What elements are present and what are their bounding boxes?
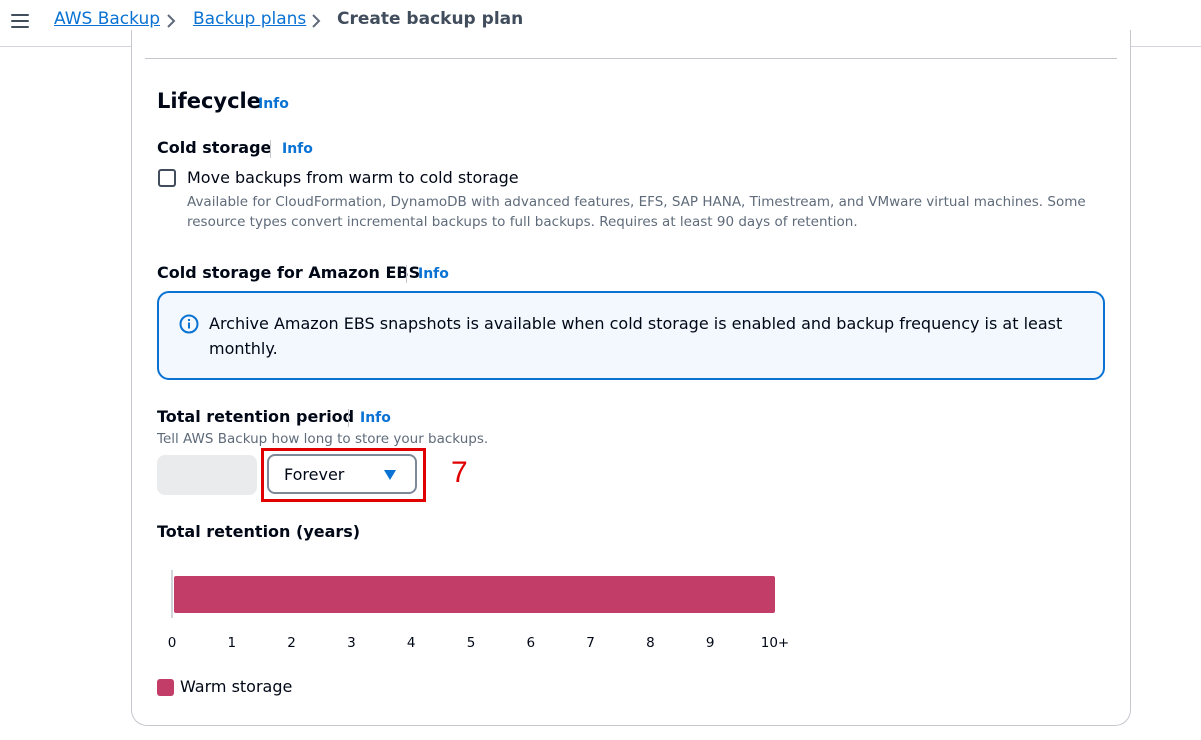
section-divider — [145, 58, 1117, 59]
legend-label-warm-storage: Warm storage — [180, 677, 293, 696]
move-to-cold-storage-label[interactable]: Move backups from warm to cold storage — [187, 168, 519, 187]
chart-tick-label: 10+ — [761, 635, 790, 651]
breadcrumb-current: Create backup plan — [337, 9, 524, 29]
chart-tick-label: 3 — [347, 635, 356, 651]
retention-unit-select[interactable]: Forever — [267, 454, 417, 494]
chart-tick-label: 1 — [228, 635, 237, 651]
chevron-right-icon — [312, 14, 321, 28]
cold-storage-ebs-heading: Cold storage for Amazon EBS — [157, 263, 421, 282]
legend-swatch-warm-storage — [157, 679, 174, 696]
divider — [406, 265, 407, 283]
divider — [348, 409, 349, 427]
chart-tick-label: 0 — [168, 635, 177, 651]
lifecycle-info-link[interactable]: Info — [258, 96, 289, 112]
breadcrumb-backup-plans[interactable]: Backup plans — [193, 9, 306, 29]
divider — [270, 140, 271, 158]
cold-storage-info-link[interactable]: Info — [282, 141, 313, 157]
lifecycle-heading: Lifecycle — [157, 89, 261, 113]
ebs-info-alert: Archive Amazon EBS snapshots is availabl… — [157, 291, 1105, 380]
alert-message: Archive Amazon EBS snapshots is availabl… — [209, 314, 1063, 358]
cold-storage-ebs-info-link[interactable]: Info — [418, 266, 449, 282]
move-to-cold-storage-checkbox[interactable] — [158, 169, 176, 187]
chart-tick-label: 7 — [586, 635, 595, 651]
retention-period-heading: Total retention period — [157, 407, 355, 426]
chevron-right-icon — [167, 14, 176, 28]
retention-period-info-link[interactable]: Info — [360, 410, 391, 426]
retention-number-input[interactable] — [157, 455, 257, 495]
chart-tick-label: 4 — [407, 635, 416, 651]
cold-storage-description: Available for CloudFormation, DynamoDB w… — [187, 194, 1086, 230]
hamburger-menu-icon[interactable] — [10, 12, 30, 30]
chart-tick-label: 9 — [706, 635, 715, 651]
chart-bar-warm-storage[interactable] — [174, 576, 775, 613]
chart-tick-label: 8 — [646, 635, 655, 651]
annotation-step-number: 7 — [451, 456, 468, 489]
info-circle-icon — [179, 314, 199, 334]
caret-down-icon — [384, 470, 396, 480]
chart-tick-label: 5 — [467, 635, 476, 651]
chart-tick-label: 6 — [527, 635, 536, 651]
chart-tick-label: 2 — [287, 635, 296, 651]
cold-storage-heading: Cold storage — [157, 138, 272, 157]
retention-chart: 0 1 2 3 4 5 6 7 8 9 10+ — [168, 570, 790, 651]
retention-period-description: Tell AWS Backup how long to store your b… — [157, 431, 489, 447]
retention-unit-value: Forever — [284, 465, 345, 484]
breadcrumb-aws-backup[interactable]: AWS Backup — [54, 9, 160, 29]
chart-title: Total retention (years) — [157, 522, 361, 541]
